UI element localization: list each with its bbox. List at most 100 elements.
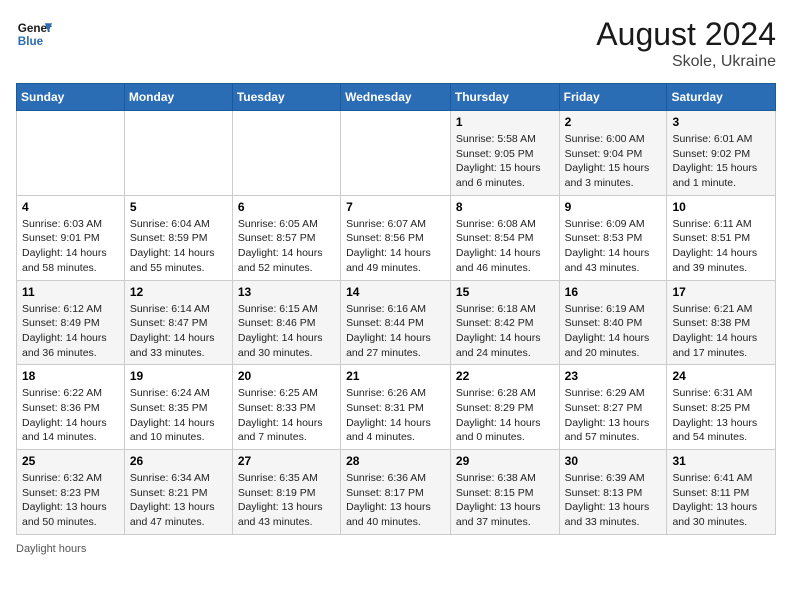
day-info: Sunrise: 6:08 AMSunset: 8:54 PMDaylight:… [456, 217, 554, 276]
calendar-header: SundayMondayTuesdayWednesdayThursdayFrid… [17, 84, 776, 111]
day-cell: 25 Sunrise: 6:32 AMSunset: 8:23 PMDayligh… [17, 450, 125, 535]
day-cell: 27Sunrise: 6:35 AMSunset: 8:19 PMDayligh… [232, 450, 340, 535]
day-cell: 16Sunrise: 6:19 AMSunset: 8:40 PMDayligh… [559, 280, 667, 365]
day-cell: 21Sunrise: 6:26 AMSunset: 8:31 PMDayligh… [341, 365, 451, 450]
day-info: Sunrise: 6:04 AMSunset: 8:59 PMDaylight:… [130, 217, 227, 276]
day-number: 23 [565, 369, 662, 383]
day-info: Sunrise: 5:58 AMSunset: 9:05 PMDaylight:… [456, 132, 554, 191]
footer: Daylight hours [16, 543, 776, 555]
day-cell: 23 Sunrise: 6:29 AMSunset: 8:27 PMDayligh… [559, 365, 667, 450]
week-row-2: 11 Sunrise: 6:12 AMSunset: 8:49 PMDayligh… [17, 280, 776, 365]
day-number: 6 [238, 200, 335, 214]
svg-text:Blue: Blue [18, 35, 44, 48]
day-cell: 26 Sunrise: 6:34 AMSunset: 8:21 PMDayligh… [124, 450, 232, 535]
header-cell-saturday: Saturday [667, 84, 776, 111]
day-cell: 7 Sunrise: 6:07 AMSunset: 8:56 PMDaylight… [341, 195, 451, 280]
day-cell [17, 111, 125, 196]
title-block: August 2024 Skole, Ukraine [596, 16, 776, 71]
header-cell-wednesday: Wednesday [341, 84, 451, 111]
day-number: 20 [238, 369, 335, 383]
day-number: 4 [22, 200, 119, 214]
day-cell: 5 Sunrise: 6:04 AMSunset: 8:59 PMDaylight… [124, 195, 232, 280]
day-number: 25 [22, 454, 119, 468]
day-number: 18 [22, 369, 119, 383]
logo: General Blue [16, 16, 52, 52]
logo-icon: General Blue [16, 16, 52, 52]
header-row: SundayMondayTuesdayWednesdayThursdayFrid… [17, 84, 776, 111]
day-info: Sunrise: 6:28 AMSunset: 8:29 PMDaylight:… [456, 386, 554, 445]
day-cell: 14Sunrise: 6:16 AMSunset: 8:44 PMDayligh… [341, 280, 451, 365]
day-cell: 20 Sunrise: 6:25 AMSunset: 8:33 PMDayligh… [232, 365, 340, 450]
day-number: 8 [456, 200, 554, 214]
location: Skole, Ukraine [596, 53, 776, 71]
day-info: Sunrise: 6:15 AMSunset: 8:46 PMDaylight:… [238, 302, 335, 361]
day-info: Sunrise: 6:07 AMSunset: 8:56 PMDaylight:… [346, 217, 445, 276]
day-info: Sunrise: 6:11 AMSunset: 8:51 PMDaylight:… [672, 217, 770, 276]
day-cell [124, 111, 232, 196]
week-row-3: 18 Sunrise: 6:22 AMSunset: 8:36 PMDayligh… [17, 365, 776, 450]
day-number: 17 [672, 285, 770, 299]
day-cell: 12 Sunrise: 6:14 AMSunset: 8:47 PMDayligh… [124, 280, 232, 365]
day-cell: 31Sunrise: 6:41 AMSunset: 8:11 PMDayligh… [667, 450, 776, 535]
day-cell: 8 Sunrise: 6:08 AMSunset: 8:54 PMDaylight… [450, 195, 559, 280]
header-cell-monday: Monday [124, 84, 232, 111]
day-number: 26 [130, 454, 227, 468]
day-info: Sunrise: 6:16 AMSunset: 8:44 PMDaylight:… [346, 302, 445, 361]
day-info: Sunrise: 6:09 AMSunset: 8:53 PMDaylight:… [565, 217, 662, 276]
day-cell: 1Sunrise: 5:58 AMSunset: 9:05 PMDaylight… [450, 111, 559, 196]
day-cell: 11 Sunrise: 6:12 AMSunset: 8:49 PMDayligh… [17, 280, 125, 365]
calendar-table: SundayMondayTuesdayWednesdayThursdayFrid… [16, 83, 776, 535]
header-cell-sunday: Sunday [17, 84, 125, 111]
day-number: 11 [22, 285, 119, 299]
week-row-1: 4Sunrise: 6:03 AMSunset: 9:01 PMDaylight… [17, 195, 776, 280]
day-cell: 4Sunrise: 6:03 AMSunset: 9:01 PMDaylight… [17, 195, 125, 280]
day-info: Sunrise: 6:26 AMSunset: 8:31 PMDaylight:… [346, 386, 445, 445]
day-number: 24 [672, 369, 770, 383]
day-info: Sunrise: 6:34 AMSunset: 8:21 PMDaylight:… [130, 471, 227, 530]
week-row-4: 25 Sunrise: 6:32 AMSunset: 8:23 PMDayligh… [17, 450, 776, 535]
day-info: Sunrise: 6:12 AMSunset: 8:49 PMDaylight:… [22, 302, 119, 361]
day-cell: 10 Sunrise: 6:11 AMSunset: 8:51 PMDayligh… [667, 195, 776, 280]
day-cell: 3Sunrise: 6:01 AMSunset: 9:02 PMDaylight… [667, 111, 776, 196]
header-cell-thursday: Thursday [450, 84, 559, 111]
day-number: 19 [130, 369, 227, 383]
day-cell: 13 Sunrise: 6:15 AMSunset: 8:46 PMDayligh… [232, 280, 340, 365]
day-cell: 19 Sunrise: 6:24 AMSunset: 8:35 PMDayligh… [124, 365, 232, 450]
day-cell [341, 111, 451, 196]
day-cell [232, 111, 340, 196]
day-info: Sunrise: 6:22 AMSunset: 8:36 PMDaylight:… [22, 386, 119, 445]
day-number: 13 [238, 285, 335, 299]
day-cell: 30 Sunrise: 6:39 AMSunset: 8:13 PMDayligh… [559, 450, 667, 535]
day-info: Sunrise: 6:36 AMSunset: 8:17 PMDaylight:… [346, 471, 445, 530]
day-info: Sunrise: 6:25 AMSunset: 8:33 PMDaylight:… [238, 386, 335, 445]
header-cell-tuesday: Tuesday [232, 84, 340, 111]
day-info: Sunrise: 6:05 AMSunset: 8:57 PMDaylight:… [238, 217, 335, 276]
day-info: Sunrise: 6:31 AMSunset: 8:25 PMDaylight:… [672, 386, 770, 445]
day-cell: 2 Sunrise: 6:00 AMSunset: 9:04 PMDaylight… [559, 111, 667, 196]
day-cell: 6 Sunrise: 6:05 AMSunset: 8:57 PMDaylight… [232, 195, 340, 280]
day-number: 5 [130, 200, 227, 214]
day-number: 10 [672, 200, 770, 214]
day-cell: 24 Sunrise: 6:31 AMSunset: 8:25 PMDayligh… [667, 365, 776, 450]
day-number: 2 [565, 115, 662, 129]
day-cell: 29Sunrise: 6:38 AMSunset: 8:15 PMDayligh… [450, 450, 559, 535]
day-number: 15 [456, 285, 554, 299]
day-info: Sunrise: 6:14 AMSunset: 8:47 PMDaylight:… [130, 302, 227, 361]
day-info: Sunrise: 6:18 AMSunset: 8:42 PMDaylight:… [456, 302, 554, 361]
day-info: Sunrise: 6:29 AMSunset: 8:27 PMDaylight:… [565, 386, 662, 445]
calendar-body: 1Sunrise: 5:58 AMSunset: 9:05 PMDaylight… [17, 111, 776, 535]
day-info: Sunrise: 6:39 AMSunset: 8:13 PMDaylight:… [565, 471, 662, 530]
day-info: Sunrise: 6:24 AMSunset: 8:35 PMDaylight:… [130, 386, 227, 445]
day-number: 7 [346, 200, 445, 214]
day-number: 9 [565, 200, 662, 214]
month-year: August 2024 [596, 16, 776, 53]
day-number: 30 [565, 454, 662, 468]
day-info: Sunrise: 6:32 AMSunset: 8:23 PMDaylight:… [22, 471, 119, 530]
day-info: Sunrise: 6:00 AMSunset: 9:04 PMDaylight:… [565, 132, 662, 191]
day-number: 12 [130, 285, 227, 299]
page-header: General Blue August 2024 Skole, Ukraine [16, 16, 776, 71]
day-info: Sunrise: 6:38 AMSunset: 8:15 PMDaylight:… [456, 471, 554, 530]
day-info: Sunrise: 6:21 AMSunset: 8:38 PMDaylight:… [672, 302, 770, 361]
daylight-label: Daylight hours [16, 543, 86, 555]
day-cell: 18 Sunrise: 6:22 AMSunset: 8:36 PMDayligh… [17, 365, 125, 450]
